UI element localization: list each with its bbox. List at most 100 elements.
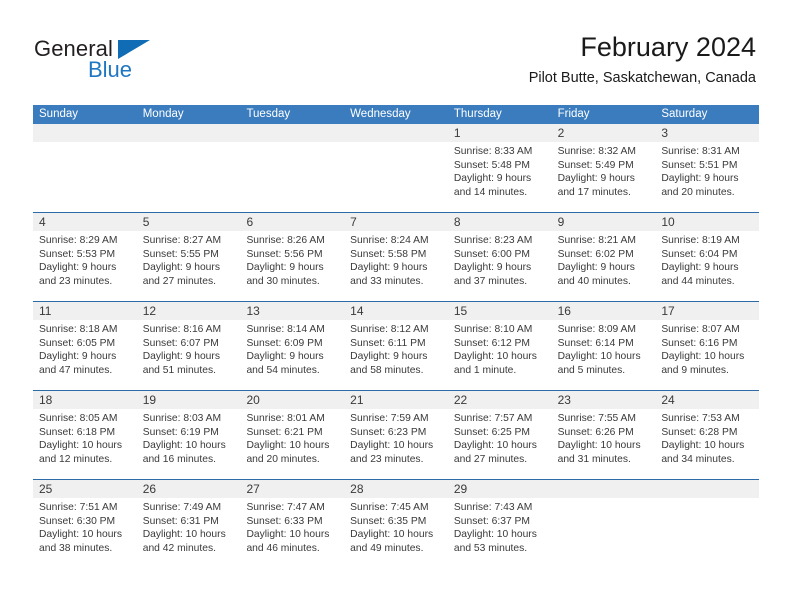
sunset-time: Sunset: 6:12 PM xyxy=(453,337,531,349)
weekday-header-saturday: Saturday xyxy=(661,108,708,120)
sunrise-time: Sunrise: 8:18 AM xyxy=(39,324,118,335)
daylight-duration: Daylight: 10 hours and 20 minutes. xyxy=(246,440,330,465)
day-cell[interactable]: 4 Sunrise: 8:29 AM Sunset: 5:53 PM Daylight… xyxy=(33,213,137,301)
day-number: 27 xyxy=(240,480,345,498)
daylight-duration: Daylight: 9 hours and 20 minutes. xyxy=(661,173,739,198)
sunset-time: Sunset: 6:23 PM xyxy=(350,426,427,438)
day-cell[interactable]: 14 Sunrise: 8:12 AM Sunset: 6:11 PM Dayligh… xyxy=(344,302,448,390)
daylight-duration: Daylight: 9 hours and 58 minutes. xyxy=(350,351,428,376)
day-cell[interactable]: 27 Sunrise: 7:47 AM Sunset: 6:33 PM Dayligh… xyxy=(240,480,345,568)
day-cell[interactable]: 26 Sunrise: 7:49 AM Sunset: 6:31 PM Dayligh… xyxy=(136,480,241,568)
calendar-page: General Blue February 2024 Pilot Butte, … xyxy=(0,0,792,612)
sunrise-time: Sunrise: 7:57 AM xyxy=(453,413,533,424)
day-cell[interactable]: 7 Sunrise: 8:24 AM Sunset: 5:58 PM Daylight… xyxy=(344,213,448,301)
day-details: Sunrise: 7:47 AM Sunset: 6:33 PM Daylight:… xyxy=(240,498,344,555)
day-cell[interactable]: 9 Sunrise: 8:21 AM Sunset: 6:02 PM Daylight… xyxy=(551,213,656,301)
day-cell[interactable]: 12 Sunrise: 8:16 AM Sunset: 6:07 PM Dayligh… xyxy=(136,302,241,390)
sunrise-time: Sunrise: 8:21 AM xyxy=(557,235,637,246)
sunset-time: Sunset: 6:14 PM xyxy=(557,337,634,349)
day-cell[interactable]: 10 Sunrise: 8:19 AM Sunset: 6:04 PM Dayligh… xyxy=(655,213,760,301)
sunset-time: Sunset: 6:26 PM xyxy=(557,426,634,438)
day-cell-empty xyxy=(136,124,241,212)
day-number xyxy=(655,480,760,498)
sunset-time: Sunset: 6:09 PM xyxy=(246,337,323,349)
sunset-time: Sunset: 5:48 PM xyxy=(453,159,531,171)
day-cell[interactable]: 2 Sunrise: 8:32 AM Sunset: 5:49 PM Daylight… xyxy=(551,124,656,212)
day-cell[interactable]: 22 Sunrise: 7:57 AM Sunset: 6:25 PM Dayligh… xyxy=(447,391,552,479)
day-number: 19 xyxy=(136,391,241,409)
day-cell[interactable]: 28 Sunrise: 7:45 AM Sunset: 6:35 PM Dayligh… xyxy=(344,480,448,568)
day-details: Sunrise: 7:43 AM Sunset: 6:37 PM Daylight:… xyxy=(448,498,552,555)
daylight-duration: Daylight: 9 hours and 44 minutes. xyxy=(661,262,739,287)
logo-text-blue: Blue xyxy=(88,57,133,82)
day-number: 7 xyxy=(344,213,448,231)
sunrise-time: Sunrise: 7:53 AM xyxy=(661,413,740,424)
day-cell[interactable]: 18 Sunrise: 8:05 AM Sunset: 6:18 PM Dayligh… xyxy=(33,391,137,479)
day-details: Sunrise: 8:21 AM Sunset: 6:02 PM Daylight:… xyxy=(552,231,656,288)
day-details: Sunrise: 7:59 AM Sunset: 6:23 PM Daylight:… xyxy=(344,409,448,466)
day-details: Sunrise: 8:05 AM Sunset: 6:18 PM Daylight:… xyxy=(33,409,137,466)
sunset-time: Sunset: 6:37 PM xyxy=(453,515,531,527)
day-cell[interactable]: 11 Sunrise: 8:18 AM Sunset: 6:05 PM Dayligh… xyxy=(33,302,137,390)
day-cell[interactable]: 13 Sunrise: 8:14 AM Sunset: 6:09 PM Dayligh… xyxy=(240,302,345,390)
day-number: 24 xyxy=(655,391,760,409)
day-number: 6 xyxy=(240,213,345,231)
daylight-duration: Daylight: 10 hours and 12 minutes. xyxy=(39,440,122,465)
sunrise-time: Sunrise: 8:07 AM xyxy=(661,324,740,335)
sunset-time: Sunset: 6:19 PM xyxy=(142,426,219,438)
daylight-duration: Daylight: 9 hours and 33 minutes. xyxy=(350,262,428,287)
day-cell[interactable]: 8 Sunrise: 8:23 AM Sunset: 6:00 PM Daylight… xyxy=(447,213,552,301)
day-cell[interactable]: 20 Sunrise: 8:01 AM Sunset: 6:21 PM Dayligh… xyxy=(240,391,345,479)
day-details: Sunrise: 8:10 AM Sunset: 6:12 PM Daylight:… xyxy=(448,320,552,377)
calendar-grid: Sunday Monday Tuesday Wednesday Thursday Frid… xyxy=(33,105,760,568)
sunset-time: Sunset: 5:56 PM xyxy=(246,248,323,260)
day-details: Sunrise: 8:03 AM Sunset: 6:19 PM Daylight:… xyxy=(137,409,241,466)
day-details: Sunrise: 8:18 AM Sunset: 6:05 PM Daylight:… xyxy=(33,320,137,377)
day-cell[interactable]: 6 Sunrise: 8:26 AM Sunset: 5:56 PM Daylight… xyxy=(240,213,345,301)
sunrise-time: Sunrise: 8:16 AM xyxy=(142,324,222,335)
day-cell[interactable]: 17 Sunrise: 8:07 AM Sunset: 6:16 PM Dayligh… xyxy=(655,302,760,390)
daylight-duration: Daylight: 10 hours and 49 minutes. xyxy=(350,529,434,554)
day-number: 1 xyxy=(447,124,552,142)
day-cell[interactable]: 21 Sunrise: 7:59 AM Sunset: 6:23 PM Dayligh… xyxy=(344,391,448,479)
weekday-header-row: Sunday Monday Tuesday Wednesday Thursday Frid… xyxy=(33,105,759,124)
day-number: 17 xyxy=(655,302,760,320)
day-number xyxy=(33,124,137,142)
sunrise-time: Sunrise: 8:26 AM xyxy=(246,235,325,246)
day-cell[interactable]: 1 Sunrise: 8:33 AM Sunset: 5:48 PM Daylight… xyxy=(447,124,552,212)
day-details: Sunrise: 7:53 AM Sunset: 6:28 PM Daylight:… xyxy=(655,409,759,466)
sunrise-time: Sunrise: 8:32 AM xyxy=(557,146,637,157)
daylight-duration: Daylight: 9 hours and 54 minutes. xyxy=(246,351,324,376)
day-cell[interactable]: 19 Sunrise: 8:03 AM Sunset: 6:19 PM Dayligh… xyxy=(136,391,241,479)
sunrise-time: Sunrise: 7:47 AM xyxy=(246,502,325,513)
sunrise-time: Sunrise: 8:29 AM xyxy=(39,235,118,246)
title-block: February 2024 Pilot Butte, Saskatchewan,… xyxy=(529,30,756,87)
location-subtitle: Pilot Butte, Saskatchewan, Canada xyxy=(528,70,756,86)
day-number: 20 xyxy=(240,391,345,409)
day-number: 12 xyxy=(136,302,241,320)
day-number: 3 xyxy=(655,124,760,142)
day-number xyxy=(240,124,345,142)
day-number: 8 xyxy=(447,213,552,231)
daylight-duration: Daylight: 10 hours and 34 minutes. xyxy=(661,440,745,465)
day-cell[interactable]: 29 Sunrise: 7:43 AM Sunset: 6:37 PM Dayligh… xyxy=(447,480,552,568)
day-number: 22 xyxy=(447,391,552,409)
day-cell[interactable]: 23 Sunrise: 7:55 AM Sunset: 6:26 PM Dayligh… xyxy=(551,391,656,479)
sunset-time: Sunset: 6:33 PM xyxy=(246,515,323,527)
daylight-duration: Daylight: 10 hours and 1 minute. xyxy=(453,351,537,376)
daylight-duration: Daylight: 9 hours and 37 minutes. xyxy=(453,262,532,287)
day-cell[interactable]: 25 Sunrise: 7:51 AM Sunset: 6:30 PM Dayligh… xyxy=(33,480,137,568)
day-number xyxy=(344,124,448,142)
day-details: Sunrise: 8:12 AM Sunset: 6:11 PM Daylight:… xyxy=(344,320,448,377)
day-details: Sunrise: 7:49 AM Sunset: 6:31 PM Daylight:… xyxy=(137,498,241,555)
day-cell[interactable]: 15 Sunrise: 8:10 AM Sunset: 6:12 PM Dayligh… xyxy=(447,302,552,390)
day-cell[interactable]: 24 Sunrise: 7:53 AM Sunset: 6:28 PM Dayligh… xyxy=(655,391,760,479)
sunset-time: Sunset: 6:00 PM xyxy=(453,248,531,260)
general-blue-logo[interactable]: General Blue xyxy=(34,36,254,92)
day-cell[interactable]: 5 Sunrise: 8:27 AM Sunset: 5:55 PM Daylight… xyxy=(136,213,241,301)
day-cell[interactable]: 3 Sunrise: 8:31 AM Sunset: 5:51 PM Daylight… xyxy=(655,124,760,212)
day-cell[interactable]: 16 Sunrise: 8:09 AM Sunset: 6:14 PM Dayligh… xyxy=(551,302,656,390)
sunset-time: Sunset: 6:16 PM xyxy=(661,337,738,349)
weekday-header-sunday: Sunday xyxy=(39,108,79,120)
day-number: 16 xyxy=(551,302,656,320)
